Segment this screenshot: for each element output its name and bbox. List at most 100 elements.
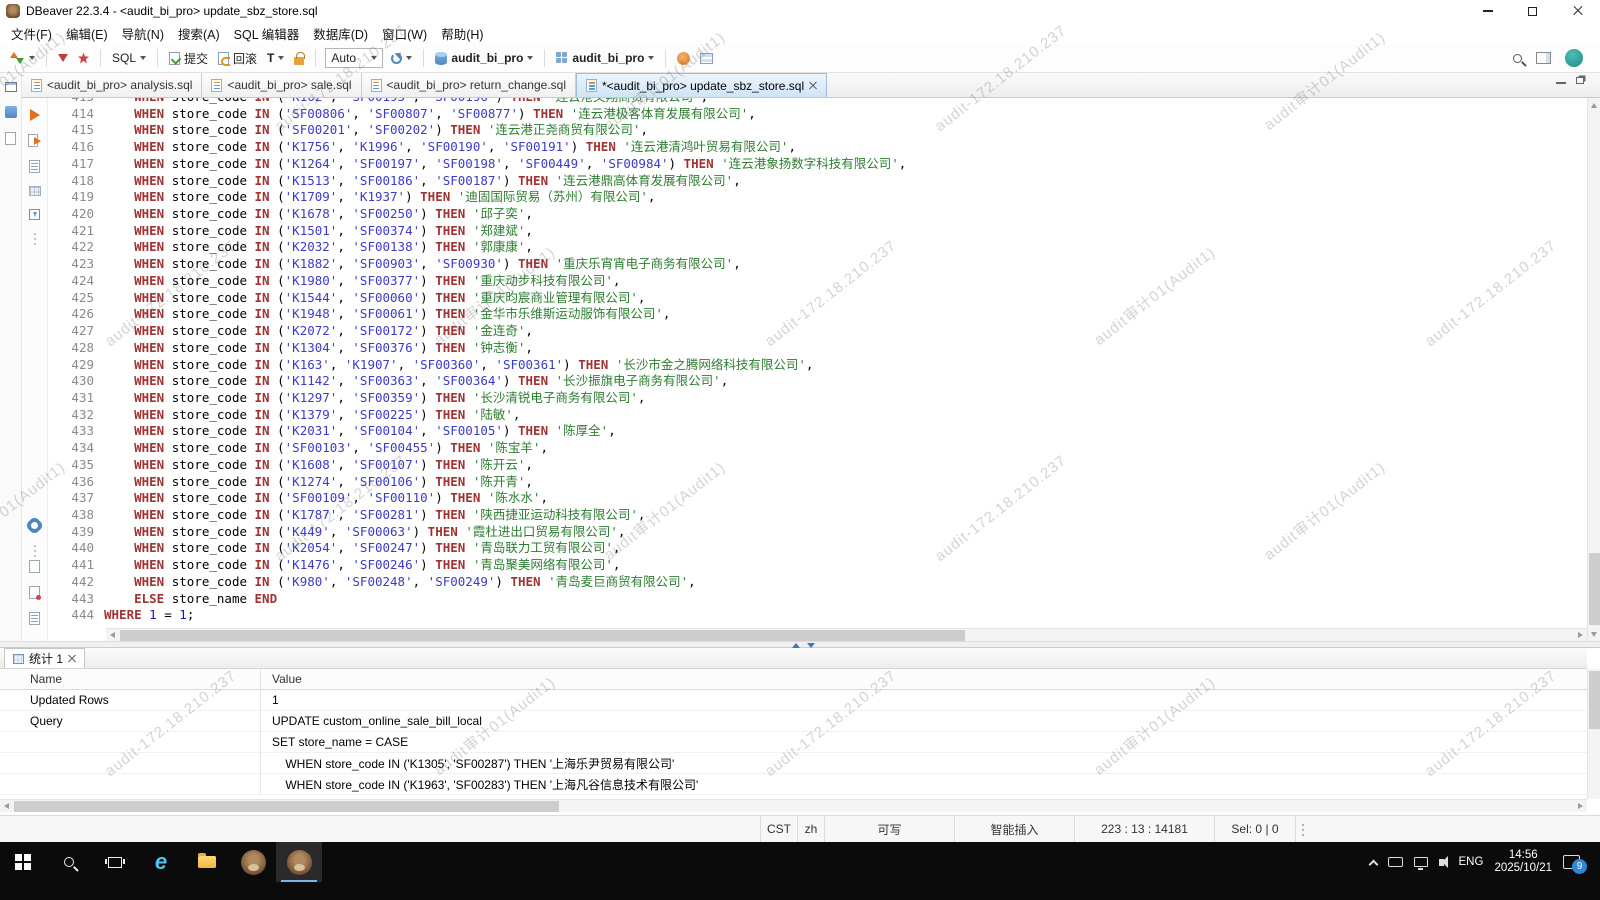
editor-vertical-scrollbar[interactable] [1587, 98, 1600, 641]
code-line[interactable]: 426 WHEN store_code IN ('K1948', 'SF0006… [48, 306, 1587, 323]
result-grid-button[interactable] [696, 50, 717, 67]
code-line[interactable]: 431 WHEN store_code IN ('K1297', 'SF0035… [48, 390, 1587, 407]
menu-item[interactable]: 导航(N) [115, 21, 171, 46]
execute-script-button[interactable] [28, 134, 41, 147]
dbeaver-taskbar-button[interactable] [230, 842, 276, 882]
touch-keyboard-button[interactable] [1388, 857, 1403, 867]
editor-tab[interactable]: <audit_bi_pro> return_change.sql [362, 73, 576, 97]
code-line[interactable]: 416 WHEN store_code IN ('K1756', 'K1996'… [48, 139, 1587, 156]
code-line[interactable]: 437 WHEN store_code IN ('SF00109', 'SF00… [48, 490, 1587, 507]
start-button[interactable] [0, 842, 46, 882]
tab-close-icon[interactable] [68, 655, 76, 663]
code-line[interactable]: 430 WHEN store_code IN ('K1142', 'SF0036… [48, 373, 1587, 390]
tab-close-icon[interactable] [809, 82, 817, 90]
editor-tab[interactable]: <audit_bi_pro> sale.sql [202, 73, 361, 97]
maximize-editor-button[interactable] [1576, 77, 1584, 84]
code-line[interactable]: 427 WHEN store_code IN ('K2072', 'SF0017… [48, 323, 1587, 340]
menu-item[interactable]: 窗口(W) [375, 21, 434, 46]
code-line[interactable]: 415 WHEN store_code IN ('SF00201', 'SF00… [48, 122, 1587, 139]
panel-sash[interactable] [0, 641, 1600, 648]
code-line[interactable]: 417 WHEN store_code IN ('K1264', 'SF0019… [48, 156, 1587, 173]
perspective-button[interactable] [1536, 52, 1551, 64]
menu-item[interactable]: 数据库(D) [306, 21, 375, 46]
editor-horizontal-scrollbar[interactable] [106, 628, 1587, 641]
code-line[interactable]: 423 WHEN store_code IN ('K1882', 'SF0090… [48, 256, 1587, 273]
menu-item[interactable]: 文件(F) [4, 21, 59, 46]
database-selector[interactable]: audit_bi_pro [431, 48, 537, 68]
script-file-button[interactable] [29, 560, 40, 573]
code-line[interactable]: 441 WHEN store_code IN ('K1476', 'SF0024… [48, 557, 1587, 574]
projects-button[interactable] [5, 132, 16, 145]
script-grid-button[interactable] [29, 612, 40, 625]
commit-button[interactable]: 提交 [165, 47, 212, 70]
network-button[interactable] [1414, 857, 1428, 867]
lock-button[interactable] [290, 49, 308, 68]
dbeaver-taskbar-button-active[interactable] [276, 842, 322, 882]
code-line[interactable]: 429 WHEN store_code IN ('K163', 'K1907',… [48, 357, 1587, 374]
code-line[interactable]: 425 WHEN store_code IN ('K1544', 'SF0006… [48, 290, 1587, 307]
restore-view-button[interactable] [5, 82, 17, 92]
refresh-button[interactable] [387, 50, 416, 67]
results-vertical-scrollbar[interactable] [1587, 669, 1600, 799]
menu-item[interactable]: 搜索(A) [171, 21, 227, 46]
code-line[interactable]: 436 WHEN store_code IN ('K1274', 'SF0010… [48, 474, 1587, 491]
action-center-button[interactable]: 9 [1563, 855, 1590, 869]
code-line[interactable]: 422 WHEN store_code IN ('K2032', 'SF0013… [48, 239, 1587, 256]
statistics-tab[interactable]: 统计 1 [4, 648, 85, 668]
scrollbar-thumb[interactable] [1589, 553, 1600, 625]
taskbar-clock[interactable]: 14:56 2025/10/21 [1494, 849, 1552, 876]
task-view-button[interactable] [92, 842, 138, 882]
code-line[interactable]: 419 WHEN store_code IN ('K1709', 'K1937'… [48, 189, 1587, 206]
result-row[interactable]: WHEN store_code IN ('K1305', 'SF00287') … [0, 753, 1587, 774]
open-grid-button[interactable] [29, 186, 41, 196]
maximize-button[interactable] [1510, 0, 1555, 22]
editor-tab[interactable]: <audit_bi_pro> analysis.sql [22, 73, 202, 97]
column-header-value[interactable]: Value [260, 672, 1587, 686]
code-line[interactable]: 438 WHEN store_code IN ('K1787', 'SF0028… [48, 507, 1587, 524]
language-indicator[interactable]: ENG [1459, 856, 1484, 868]
scrollbar-thumb[interactable] [120, 630, 965, 641]
abort-button[interactable] [74, 50, 93, 67]
execute-sql-button[interactable] [30, 109, 40, 121]
scroll-left-arrow[interactable] [4, 803, 9, 809]
code-line[interactable]: 435 WHEN store_code IN ('K1608', 'SF0010… [48, 457, 1587, 474]
result-row[interactable]: QueryUPDATE custom_online_sale_bill_loca… [0, 711, 1587, 732]
code-line[interactable]: 433 WHEN store_code IN ('K2031', 'SF0010… [48, 423, 1587, 440]
code-line[interactable]: 424 WHEN store_code IN ('K1980', 'SF0037… [48, 273, 1587, 290]
account-button[interactable] [1565, 49, 1583, 67]
transaction-mode-button[interactable] [5, 47, 39, 69]
quick-search-button[interactable] [1513, 54, 1522, 63]
code-line[interactable]: 439 WHEN store_code IN ('K449', 'SF00063… [48, 524, 1587, 541]
editor-tab[interactable]: *<audit_bi_pro> update_sbz_store.sql [576, 73, 827, 97]
tray-expand-button[interactable] [1370, 857, 1377, 868]
code-line[interactable]: 421 WHEN store_code IN ('K1501', 'SF0037… [48, 223, 1587, 240]
sql-dropdown-button[interactable]: SQL [108, 48, 150, 68]
rollback-button[interactable]: 回滚 [214, 47, 261, 70]
minimize-button[interactable] [1465, 0, 1510, 22]
taskbar-search-button[interactable] [46, 842, 92, 882]
scrollbar-thumb[interactable] [1589, 671, 1600, 729]
scroll-right-arrow[interactable] [1578, 632, 1583, 638]
sql-editor[interactable]: 413 WHEN store_code IN ('K162', 'SF00195… [48, 98, 1587, 628]
internet-explorer-button[interactable]: e [138, 842, 184, 882]
database-navigator-button[interactable] [5, 106, 17, 118]
fetch-next-button[interactable] [54, 51, 72, 65]
volume-button[interactable] [1439, 859, 1448, 866]
code-line[interactable]: 432 WHEN store_code IN ('K1379', 'SF0022… [48, 407, 1587, 424]
scrollbar-thumb[interactable] [14, 801, 559, 812]
code-line[interactable]: 440 WHEN store_code IN ('K2054', 'SF0024… [48, 540, 1587, 557]
minimize-editor-button[interactable] [1556, 76, 1566, 84]
scroll-down-arrow[interactable] [1591, 632, 1597, 637]
scroll-right-arrow[interactable] [1578, 803, 1583, 809]
result-row[interactable]: WHEN store_code IN ('K1963', 'SF00283') … [0, 774, 1587, 795]
transaction-log-button[interactable]: T [263, 48, 288, 68]
results-horizontal-scrollbar[interactable] [0, 799, 1587, 812]
code-line[interactable]: 444WHERE 1 = 1; [48, 607, 1587, 624]
code-line[interactable]: 420 WHEN store_code IN ('K1678', 'SF0025… [48, 206, 1587, 223]
code-line[interactable]: 413 WHEN store_code IN ('K162', 'SF00195… [48, 98, 1587, 106]
column-divider[interactable] [260, 669, 261, 795]
code-line[interactable]: 418 WHEN store_code IN ('K1513', 'SF0018… [48, 173, 1587, 190]
network-profile-button[interactable] [673, 49, 694, 68]
explain-plan-button[interactable] [29, 160, 40, 173]
menu-item[interactable]: 编辑(E) [59, 21, 115, 46]
